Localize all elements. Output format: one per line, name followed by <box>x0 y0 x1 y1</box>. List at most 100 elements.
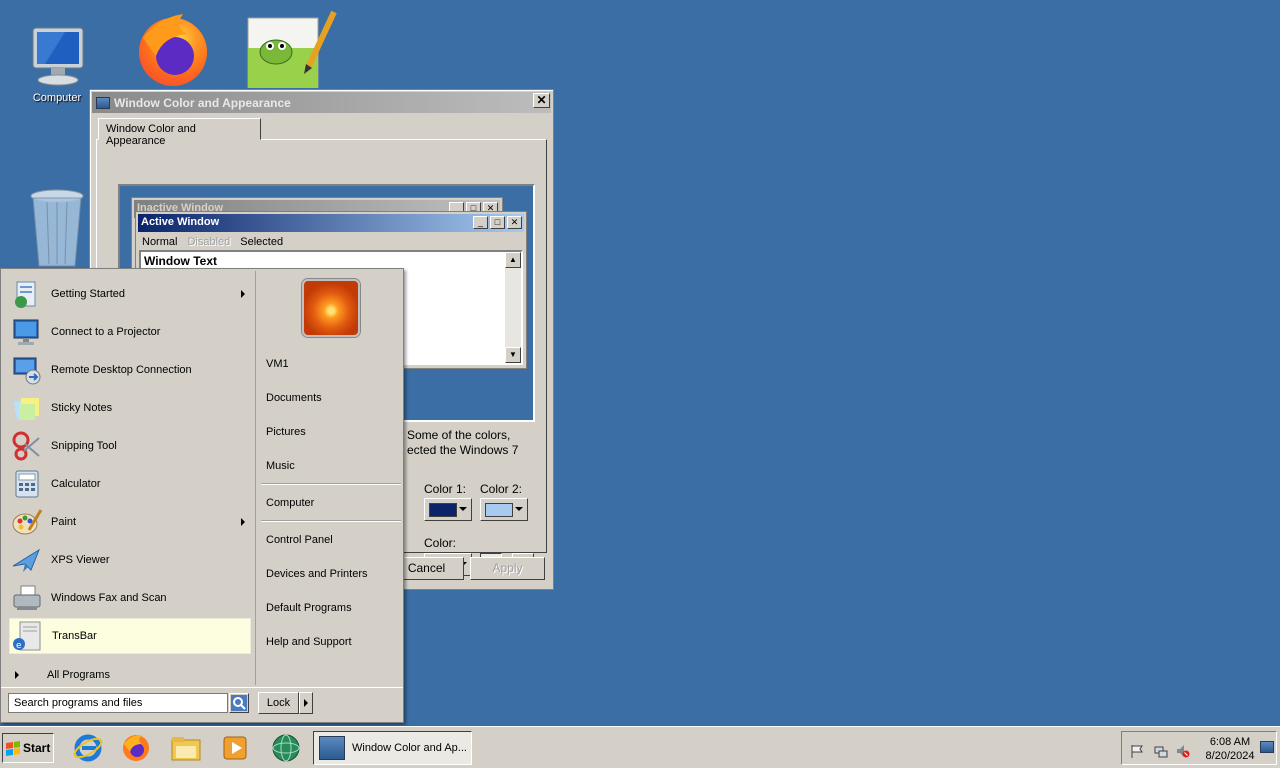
windows-logo-icon <box>6 740 20 756</box>
program-remote-desktop[interactable]: Remote Desktop Connection <box>9 352 251 388</box>
remote-desktop-icon <box>11 354 43 386</box>
start-menu-divider <box>255 271 256 685</box>
clock-date: 8/20/2024 <box>1205 750 1255 762</box>
window-text-label: Window Text <box>144 254 217 268</box>
all-programs-label: All Programs <box>47 669 110 681</box>
explorer-folder-icon[interactable] <box>170 732 202 764</box>
start-button[interactable]: Start <box>2 733 54 763</box>
network-globe-icon[interactable] <box>270 732 302 764</box>
computer-link[interactable]: Computer <box>266 497 314 509</box>
pictures-link[interactable]: Pictures <box>266 426 306 438</box>
computer-icon <box>25 24 89 88</box>
programs-pane: Getting Started Connect to a Projector R… <box>3 271 254 685</box>
clock-time: 6:08 AM <box>1209 736 1251 748</box>
program-label: Paint <box>51 516 77 528</box>
menu-disabled[interactable]: Disabled <box>187 236 230 248</box>
font-color-label: Color: <box>424 536 457 550</box>
sticky-notes-icon <box>11 392 43 424</box>
color2-picker[interactable] <box>480 498 528 521</box>
separator <box>261 483 401 485</box>
program-transbar[interactable]: e TransBar <box>9 618 251 654</box>
program-snipping-tool[interactable]: Snipping Tool <box>9 428 251 464</box>
program-label: Windows Fax and Scan <box>51 592 167 604</box>
task-button-label: Window Color and Ap... <box>352 742 467 754</box>
program-calculator[interactable]: Calculator <box>9 466 251 502</box>
devices-printers-link[interactable]: Devices and Printers <box>266 568 368 580</box>
display-icon <box>96 96 110 109</box>
tab-window-color-appearance[interactable]: Window Color and Appearance <box>98 118 261 147</box>
recycle-bin-icon <box>25 188 89 268</box>
color1-swatch <box>429 503 457 517</box>
taskbar: Start Window Color and Ap... 6:08 AM 8/2… <box>0 726 1280 768</box>
default-programs-link[interactable]: Default Programs <box>266 602 352 614</box>
close-icon: ✕ <box>507 216 522 229</box>
search-input[interactable]: Search programs and files <box>8 693 228 713</box>
lock-button[interactable]: Lock <box>258 692 299 714</box>
program-label: Connect to a Projector <box>51 326 161 338</box>
chevron-down-icon <box>459 507 467 511</box>
color1-label: Color 1: <box>424 482 467 496</box>
program-label: Sticky Notes <box>51 402 113 414</box>
close-button[interactable]: ✕ <box>533 93 550 108</box>
program-sticky-notes[interactable]: Sticky Notes <box>9 390 251 426</box>
program-label: TransBar <box>52 630 97 642</box>
program-xps-viewer[interactable]: XPS Viewer <box>9 542 251 578</box>
all-programs[interactable]: All Programs <box>11 665 253 685</box>
help-support-link[interactable]: Help and Support <box>266 636 352 648</box>
music-link[interactable]: Music <box>266 460 295 472</box>
firefox-icon[interactable] <box>120 732 152 764</box>
start-menu-bottom: Search programs and files Lock <box>1 687 403 722</box>
program-getting-started[interactable]: Getting Started <box>9 276 251 312</box>
taskbar-window-color-appearance[interactable]: Window Color and Ap... <box>313 731 472 765</box>
program-label: Calculator <box>51 478 101 490</box>
snipping-tool-icon <box>11 430 43 462</box>
scroll-down-icon[interactable]: ▼ <box>505 347 521 363</box>
menu-normal[interactable]: Normal <box>142 236 177 248</box>
program-label: Remote Desktop Connection <box>51 364 192 376</box>
color2-swatch <box>485 503 513 517</box>
color1-picker[interactable] <box>424 498 472 521</box>
scroll-up-icon[interactable]: ▲ <box>505 252 521 268</box>
show-desktop-icon[interactable] <box>1260 741 1274 753</box>
maximize-icon: □ <box>490 216 505 229</box>
start-label: Start <box>23 741 51 755</box>
desktop-icon-notepad-plus-plus[interactable] <box>238 8 337 92</box>
dialog-title-bar[interactable]: Window Color and Appearance <box>92 92 551 113</box>
getting-started-icon <box>11 278 43 310</box>
lock-options-arrow[interactable] <box>299 692 313 714</box>
places-pane: VM1 Documents Pictures Music Computer Co… <box>258 271 402 685</box>
fax-scan-icon <box>11 582 43 614</box>
preview-menu-bar: Normal Disabled Selected <box>136 234 526 250</box>
info-text-line: ected the Windows 7 <box>407 443 519 457</box>
color2-label: Color 2: <box>480 482 523 496</box>
program-label: Snipping Tool <box>51 440 117 452</box>
program-fax-scan[interactable]: Windows Fax and Scan <box>9 580 251 616</box>
submenu-arrow-icon <box>241 290 245 298</box>
apply-button[interactable]: Apply <box>470 557 545 580</box>
svg-text:e: e <box>16 641 22 651</box>
xps-viewer-icon <box>11 544 43 576</box>
network-icon[interactable] <box>1154 744 1168 758</box>
start-menu: Getting Started Connect to a Projector R… <box>0 268 404 723</box>
desktop-icon-firefox[interactable] <box>128 8 218 92</box>
menu-selected[interactable]: Selected <box>240 236 283 248</box>
calculator-icon <box>11 468 43 500</box>
documents-link[interactable]: Documents <box>266 392 322 404</box>
control-panel-link[interactable]: Control Panel <box>266 534 333 546</box>
user-folder[interactable]: VM1 <box>266 358 289 370</box>
program-connect-projector[interactable]: Connect to a Projector <box>9 314 251 350</box>
action-center-flag-icon[interactable] <box>1130 744 1144 758</box>
volume-muted-icon[interactable] <box>1176 744 1190 758</box>
clock[interactable]: 6:08 AM 8/20/2024 <box>1196 735 1264 763</box>
program-label: Getting Started <box>51 288 125 300</box>
active-title-bar[interactable]: Active Window <box>138 214 524 232</box>
active-caption-buttons: _ □ ✕ <box>473 216 522 229</box>
projector-icon <box>11 316 43 348</box>
notepad-plus-plus-icon <box>238 8 338 91</box>
internet-explorer-icon[interactable] <box>72 732 104 764</box>
program-paint[interactable]: Paint <box>9 504 251 540</box>
vertical-scrollbar[interactable]: ▲ ▼ <box>505 252 521 363</box>
user-avatar[interactable] <box>302 279 360 337</box>
search-icon[interactable] <box>229 693 249 713</box>
media-player-icon[interactable] <box>220 732 252 764</box>
